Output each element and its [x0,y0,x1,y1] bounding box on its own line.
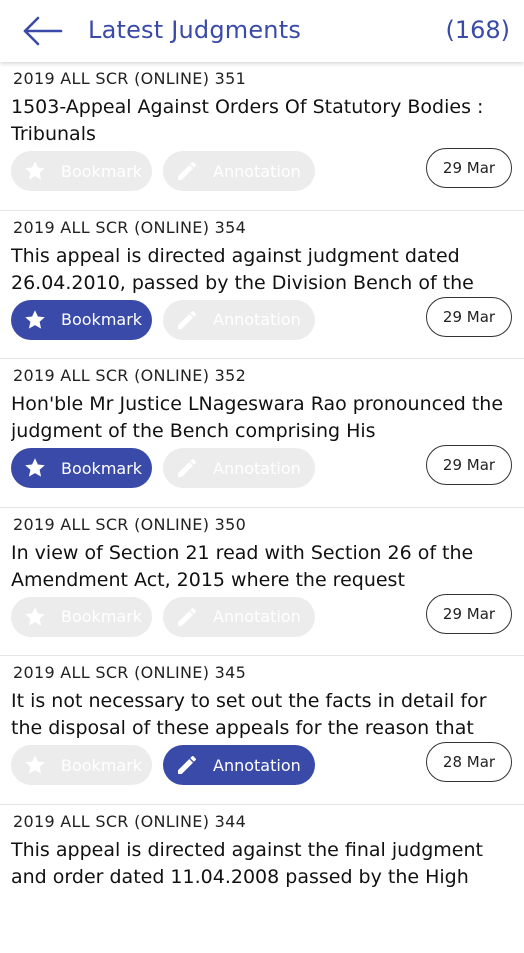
pencil-icon [175,605,199,629]
annotation-label: Annotation [213,756,301,775]
page-title: Latest Judgments [88,16,301,44]
star-icon [23,605,47,629]
annotation-label: Annotation [213,607,301,626]
judgment-count: (168) [445,16,510,44]
arrow-left-icon [23,16,63,46]
citation: 2019 ALL SCR (ONLINE) 345 [13,663,246,682]
citation: 2019 ALL SCR (ONLINE) 351 [13,69,246,88]
bookmark-button[interactable]: Bookmark [11,597,152,637]
pencil-icon [175,308,199,332]
annotation-button[interactable]: Annotation [163,448,315,488]
annotation-label: Annotation [213,459,301,478]
bookmark-label: Bookmark [61,162,142,181]
annotation-label: Annotation [213,310,301,329]
pencil-icon [175,753,199,777]
bookmark-label: Bookmark [61,607,142,626]
judgment-snippet[interactable]: In view of Section 21 read with Section … [11,540,516,594]
bookmark-button[interactable]: Bookmark [11,300,152,340]
date-badge: 29 Mar [426,594,512,634]
judgment-snippet[interactable]: It is not necessary to set out the facts… [11,688,516,742]
bookmark-label: Bookmark [61,756,142,775]
annotation-button[interactable]: Annotation [163,597,315,637]
bookmark-label: Bookmark [61,459,142,478]
star-icon [23,753,47,777]
annotation-button[interactable]: Annotation [163,745,315,785]
judgment-snippet[interactable]: This appeal is directed against judgment… [11,243,516,297]
list-item[interactable]: 2019 ALL SCR (ONLINE) 350 In view of Sec… [0,508,524,657]
annotation-label: Annotation [213,162,301,181]
list-item[interactable]: 2019 ALL SCR (ONLINE) 351 1503-Appeal Ag… [0,62,524,211]
bookmark-label: Bookmark [61,310,142,329]
date-badge: 29 Mar [426,297,512,337]
judgment-snippet[interactable]: 1503-Appeal Against Orders Of Statutory … [11,94,516,148]
list-item[interactable]: 2019 ALL SCR (ONLINE) 345 It is not nece… [0,656,524,805]
judgment-snippet[interactable]: Hon'ble Mr Justice LNageswara Rao pronou… [11,391,516,445]
judgment-list: 2019 ALL SCR (ONLINE) 351 1503-Appeal Ag… [0,62,524,953]
annotation-button[interactable]: Annotation [163,300,315,340]
annotation-button[interactable]: Annotation [163,151,315,191]
list-item[interactable]: 2019 ALL SCR (ONLINE) 354 This appeal is… [0,211,524,360]
list-item[interactable]: 2019 ALL SCR (ONLINE) 352 Hon'ble Mr Jus… [0,359,524,508]
citation: 2019 ALL SCR (ONLINE) 354 [13,218,246,237]
citation: 2019 ALL SCR (ONLINE) 350 [13,515,246,534]
citation: 2019 ALL SCR (ONLINE) 344 [13,812,246,831]
date-badge: 28 Mar [426,742,512,782]
back-button[interactable] [22,12,64,50]
star-icon [23,456,47,480]
citation: 2019 ALL SCR (ONLINE) 352 [13,366,246,385]
pencil-icon [175,456,199,480]
date-badge: 29 Mar [426,445,512,485]
app-header: Latest Judgments (168) [0,0,524,62]
bookmark-button[interactable]: Bookmark [11,151,152,191]
date-badge: 29 Mar [426,148,512,188]
judgment-snippet[interactable]: This appeal is directed against the fina… [11,837,516,891]
star-icon [23,159,47,183]
star-icon [23,308,47,332]
list-item[interactable]: 2019 ALL SCR (ONLINE) 344 This appeal is… [0,805,524,953]
bookmark-button[interactable]: Bookmark [11,745,152,785]
pencil-icon [175,159,199,183]
bookmark-button[interactable]: Bookmark [11,448,152,488]
